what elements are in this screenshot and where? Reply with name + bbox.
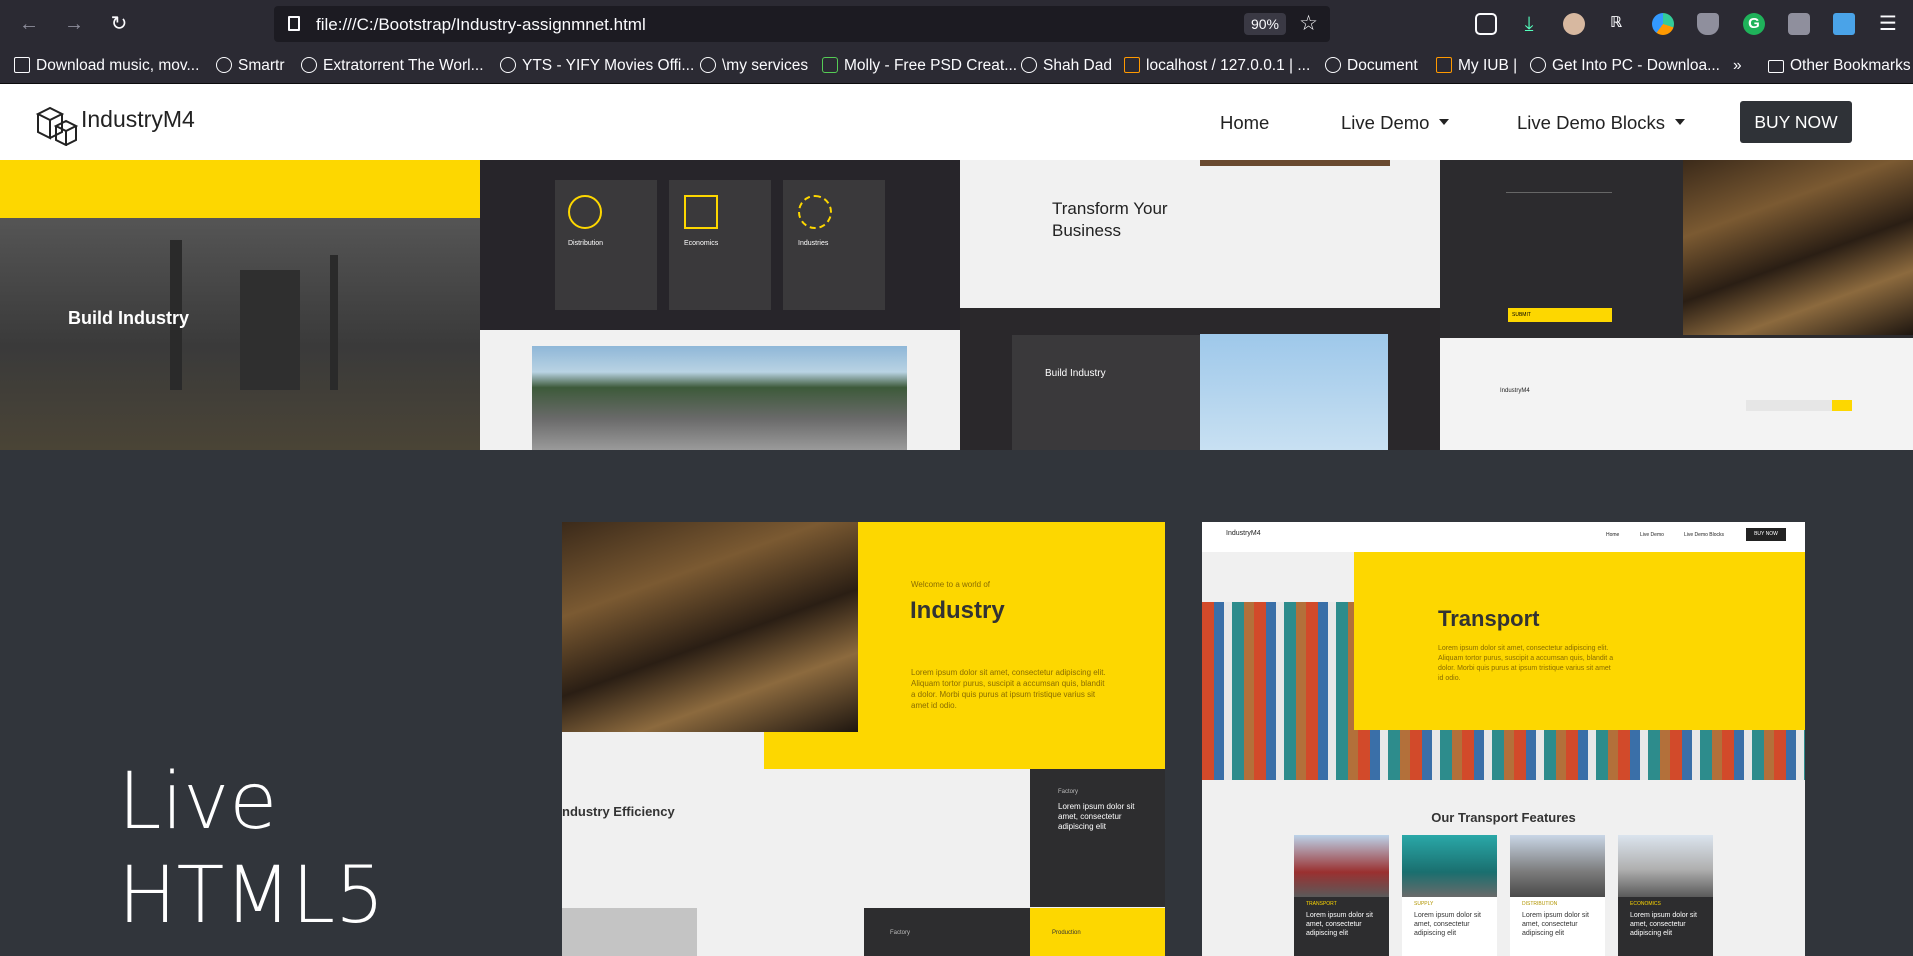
globe-icon <box>568 195 602 229</box>
bookmark-item[interactable]: My IUB | <box>1436 57 1517 75</box>
demo-screenshot-transport[interactable]: IndustryM4 Home Live Demo Live Demo Bloc… <box>1202 522 1805 956</box>
bookmark-item[interactable]: Extratorrent The Worl... <box>301 57 484 75</box>
url-text[interactable]: file:///C:/Bootstrap/Industry-assignmnet… <box>316 15 646 35</box>
card-label: Factory <box>1058 789 1079 795</box>
bookmark-folder[interactable]: Other Bookmarks <box>1768 57 1911 75</box>
card-label: ECONOMICS <box>1630 901 1661 907</box>
shot-title: Industry <box>910 597 1005 624</box>
demo-screenshot-industry[interactable]: Welcome to a world of Industry Lorem ips… <box>562 522 1165 956</box>
back-icon[interactable]: ← <box>18 13 40 35</box>
card-label: Production <box>1052 930 1081 936</box>
shot-nav: Live Demo <box>1640 532 1664 538</box>
card-label: TRANSPORT <box>1306 901 1337 907</box>
nav-live-demo[interactable]: Live Demo <box>1341 112 1450 134</box>
card-text: Lorem ipsum dolor sit amet, consectetur … <box>1058 802 1135 831</box>
card-text: Lorem ipsum dolor sit amet, consectetur … <box>1414 912 1481 937</box>
footer-logo: IndustryM4 <box>1500 388 1530 394</box>
bookmark-item[interactable]: \my services <box>700 57 808 75</box>
card-label: Distribution <box>568 240 604 247</box>
nav-home[interactable]: Home <box>1220 112 1269 134</box>
extension-icon[interactable] <box>1652 13 1674 35</box>
grammarly-icon[interactable]: G <box>1743 13 1765 35</box>
zoom-level[interactable]: 90% <box>1243 13 1286 35</box>
tile-title: Transform Your Business <box>1052 199 1168 240</box>
grid-icon <box>684 195 718 229</box>
site-navbar: IndustryM4 Home Live Demo Live Demo Bloc… <box>0 84 1913 160</box>
section-title: ndustry Efficiency <box>562 804 675 819</box>
truck-image <box>532 346 907 450</box>
card-label: DISTRIBUTION <box>1522 901 1558 907</box>
menu-icon[interactable]: ☰ <box>1877 13 1899 35</box>
address-bar[interactable]: file:///C:/Bootstrap/Industry-assignmnet… <box>274 6 1330 42</box>
hero-section: Live HTML5 Welcome to a world of Industry… <box>0 450 1913 956</box>
card-text: Lorem ipsum dolor sit amet, consectetur … <box>1522 912 1589 937</box>
shot-title: Transport <box>1438 606 1540 631</box>
hero-line: Live <box>118 757 278 847</box>
bookmark-item[interactable]: Shah Dad <box>1021 57 1112 75</box>
bookmark-item[interactable]: Molly - Free PSD Creat... <box>822 57 1017 75</box>
shot-buy: BUY NOW <box>1746 528 1786 541</box>
tile-title: Build Industry <box>68 308 189 328</box>
preview-tile: Transform Your Business Build Industry <box>960 160 1440 450</box>
bookmark-item[interactable]: Document <box>1325 57 1418 75</box>
hero-title: Live HTML5 <box>118 755 385 943</box>
nav-live-demo-blocks-label: Live Demo Blocks <box>1517 112 1666 133</box>
features-title: Our Transport Features <box>1431 810 1576 825</box>
download-icon[interactable]: ⤓ <box>1518 13 1540 35</box>
caret-down-icon <box>1439 119 1450 125</box>
buy-now-button[interactable]: BUY NOW <box>1740 101 1852 143</box>
bookmark-item[interactable]: YTS - YIFY Movies Offi... <box>500 57 694 75</box>
bookmark-star-icon[interactable]: ☆ <box>1299 11 1318 36</box>
bookmarks-bar: Download music, mov... Smartr Extratorre… <box>0 48 1913 84</box>
forward-icon[interactable]: → <box>63 13 85 35</box>
bookmark-item[interactable]: Get Into PC - Downloa... <box>1530 57 1720 75</box>
preview-strip: Build Industry Distribution Economics In… <box>0 160 1913 450</box>
overflow-chevron-icon[interactable]: » <box>1733 57 1742 75</box>
card-label: Factory <box>890 930 911 936</box>
shot-nav: Home <box>1606 532 1620 538</box>
page-icon <box>288 16 300 31</box>
shot-body: Lorem ipsum dolor sit amet, consectetur … <box>911 668 1106 710</box>
card-label: SUPPLY <box>1414 901 1434 907</box>
bookmark-item[interactable]: localhost / 127.0.0.1 | ... <box>1124 57 1310 75</box>
pocket-icon[interactable] <box>1475 13 1497 35</box>
bookmark-item[interactable]: Download music, mov... <box>14 57 199 75</box>
shield-icon[interactable] <box>1697 13 1719 35</box>
browser-toolbar: ← → ↻ file:///C:/Bootstrap/Industry-assi… <box>0 0 1913 48</box>
card-text: Lorem ipsum dolor sit amet, consectetur … <box>1630 912 1697 937</box>
preview-tile: Build Industry <box>0 160 480 450</box>
factory-image <box>562 522 858 732</box>
factory-image <box>1683 160 1913 335</box>
avatar[interactable] <box>1563 13 1585 35</box>
tile-title: Build Industry <box>1045 368 1106 379</box>
logo-text[interactable]: IndustryM4 <box>81 106 195 133</box>
kicker: Welcome to a world of <box>911 580 990 589</box>
logo-icon[interactable] <box>34 100 80 146</box>
caret-down-icon <box>1675 119 1686 125</box>
shot-nav: Live Demo Blocks <box>1684 532 1725 538</box>
reload-icon[interactable]: ↻ <box>108 13 130 35</box>
submit-button: SUBMIT <box>1508 308 1612 322</box>
gear-icon <box>798 195 832 229</box>
shot-body: Lorem ipsum dolor sit amet, consectetur … <box>1438 645 1614 682</box>
nav-live-demo-blocks[interactable]: Live Demo Blocks <box>1517 112 1686 134</box>
card-text: Lorem ipsum dolor sit amet, consectetur … <box>1306 912 1373 937</box>
extension-icon[interactable] <box>1833 13 1855 35</box>
card-label: Industries <box>798 240 829 247</box>
preview-tile: Distribution Economics Industries <box>480 160 960 450</box>
card-label: Economics <box>684 240 719 247</box>
lock-icon[interactable] <box>1788 13 1810 35</box>
extension-icon[interactable]: ℝ <box>1605 13 1627 35</box>
nav-live-demo-label: Live Demo <box>1341 112 1430 133</box>
shot-logo: IndustryM4 <box>1226 530 1261 537</box>
bookmark-item[interactable]: Smartr <box>216 57 285 75</box>
hero-line: HTML5 <box>118 851 385 941</box>
workers-image <box>1200 334 1388 450</box>
preview-tile: SUBMIT IndustryM4 <box>1440 160 1913 450</box>
